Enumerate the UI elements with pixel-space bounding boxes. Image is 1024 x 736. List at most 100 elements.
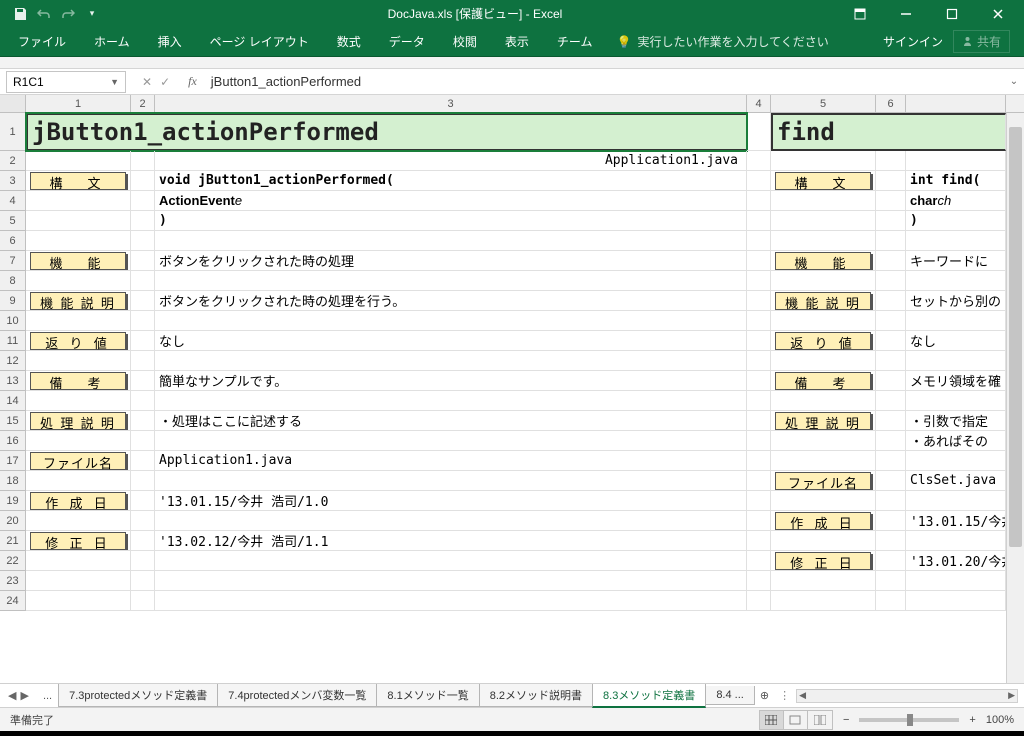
cell[interactable] xyxy=(747,191,771,211)
proc-text[interactable]: ・処理はここに記述する xyxy=(155,411,747,431)
tab-data[interactable]: データ xyxy=(375,27,439,57)
tab-team[interactable]: チーム xyxy=(543,27,607,57)
enter-icon[interactable]: ✓ xyxy=(160,75,170,89)
row-header[interactable]: 14 xyxy=(0,391,25,411)
source-file-left[interactable]: Application1.java xyxy=(155,151,747,171)
vertical-scrollbar[interactable] xyxy=(1006,113,1024,683)
row-header[interactable]: 4 xyxy=(0,191,25,211)
row-header[interactable]: 5 xyxy=(0,211,25,231)
cell[interactable] xyxy=(747,113,771,151)
zoom-level[interactable]: 100% xyxy=(986,714,1014,726)
syntax-line[interactable]: void jButton1_actionPerformed( xyxy=(155,171,747,191)
row-header[interactable]: 7 xyxy=(0,251,25,271)
sheet-tab[interactable]: 7.3protectedメソッド定義書 xyxy=(58,684,218,707)
method-title-right[interactable]: find xyxy=(771,113,1006,151)
proc-text[interactable]: ・あればその xyxy=(906,431,1006,451)
return-text[interactable]: なし xyxy=(906,331,1006,351)
sheet-tab-active[interactable]: 8.3メソッド定義書 xyxy=(592,684,706,708)
view-normal-icon[interactable] xyxy=(760,711,784,729)
row-header[interactable]: 3 xyxy=(0,171,25,191)
row-header[interactable]: 13 xyxy=(0,371,25,391)
fx-icon[interactable]: fx xyxy=(180,74,205,89)
row-header[interactable]: 15 xyxy=(0,411,25,431)
file-text[interactable]: ClsSet.java xyxy=(906,471,1006,491)
row-header[interactable]: 17 xyxy=(0,451,25,471)
view-page-layout-icon[interactable] xyxy=(784,711,808,729)
cell[interactable] xyxy=(131,211,155,231)
row-header[interactable]: 22 xyxy=(0,551,25,571)
note-text[interactable]: メモリ領域を確 xyxy=(906,371,1006,391)
syntax-line[interactable]: int find( xyxy=(906,171,1006,191)
cell[interactable] xyxy=(876,151,906,171)
row-header[interactable]: 2 xyxy=(0,151,25,171)
row-header[interactable]: 12 xyxy=(0,351,25,371)
created-text[interactable]: '13.01.15/今井 xyxy=(906,511,1006,531)
updated-text[interactable]: '13.01.20/今井 xyxy=(906,551,1006,571)
file-text[interactable]: Application1.java xyxy=(155,451,747,471)
col-header[interactable]: 5 xyxy=(771,95,876,112)
qat-customize-icon[interactable]: ▾ xyxy=(84,6,100,22)
desc-text[interactable]: セットから別の xyxy=(906,291,1006,311)
zoom-slider-thumb[interactable] xyxy=(907,714,913,726)
save-icon[interactable] xyxy=(12,6,28,22)
cancel-icon[interactable]: ✕ xyxy=(142,75,152,89)
sheet-tab[interactable]: 8.1メソッド一覧 xyxy=(376,684,479,707)
tab-formulas[interactable]: 数式 xyxy=(323,27,375,57)
row-header[interactable]: 11 xyxy=(0,331,25,351)
row-header[interactable]: 19 xyxy=(0,491,25,511)
tab-nav-next-icon[interactable]: ▶ xyxy=(20,689,28,702)
tab-review[interactable]: 校閲 xyxy=(439,27,491,57)
cell[interactable] xyxy=(747,171,771,191)
row-header[interactable]: 1 xyxy=(0,113,25,151)
sign-in-link[interactable]: サインイン xyxy=(883,33,943,50)
row-header[interactable]: 21 xyxy=(0,531,25,551)
zoom-in-button[interactable]: + xyxy=(969,714,975,726)
scrollbar-thumb[interactable] xyxy=(1009,127,1022,547)
row-header[interactable]: 18 xyxy=(0,471,25,491)
method-title-left[interactable]: jButton1_actionPerformed xyxy=(26,113,747,151)
col-header[interactable]: 3 xyxy=(155,95,747,112)
horizontal-scrollbar[interactable]: ◀ ▶ xyxy=(796,689,1018,703)
row-header[interactable]: 10 xyxy=(0,311,25,331)
syntax-line[interactable]: ) xyxy=(906,211,1006,231)
tab-insert[interactable]: 挿入 xyxy=(144,27,196,57)
row-header[interactable]: 23 xyxy=(0,571,25,591)
cell[interactable] xyxy=(131,171,155,191)
proc-text[interactable]: ・引数で指定 xyxy=(906,411,1006,431)
col-header[interactable]: 4 xyxy=(747,95,771,112)
row-header[interactable]: 24 xyxy=(0,591,25,611)
return-text[interactable]: なし xyxy=(155,331,747,351)
minimize-button[interactable] xyxy=(884,0,928,27)
ribbon-display-icon[interactable] xyxy=(838,0,882,27)
syntax-line[interactable]: ActionEvent e xyxy=(155,191,747,211)
cell[interactable] xyxy=(771,191,876,211)
tab-file[interactable]: ファイル xyxy=(4,27,80,57)
cell[interactable] xyxy=(747,151,771,171)
cell[interactable] xyxy=(26,211,131,231)
note-text[interactable]: 簡単なサンプルです。 xyxy=(155,371,747,391)
redo-icon[interactable] xyxy=(60,6,76,22)
share-button[interactable]: 共有 xyxy=(953,30,1010,53)
zoom-out-button[interactable]: − xyxy=(843,714,849,726)
tab-page-layout[interactable]: ページ レイアウト xyxy=(196,27,323,57)
zoom-slider[interactable] xyxy=(859,718,959,722)
cell[interactable] xyxy=(876,211,906,231)
row-header[interactable]: 6 xyxy=(0,231,25,251)
sheet-tab[interactable]: 7.4protectedメンバ変数一覧 xyxy=(217,684,377,707)
worksheet[interactable]: 1 2 3 4 5 6 1 2 3 4 5 6 7 8 9 10 11 12 1… xyxy=(0,95,1024,683)
new-sheet-button[interactable]: ⊕ xyxy=(754,686,775,705)
cell[interactable] xyxy=(131,151,155,171)
cell[interactable] xyxy=(26,151,131,171)
syntax-line[interactable]: ) xyxy=(155,211,747,231)
function-text[interactable]: ボタンをクリックされた時の処理 xyxy=(155,251,747,271)
syntax-line[interactable]: char ch xyxy=(906,191,1006,211)
tab-splitter[interactable]: ⋮ xyxy=(779,689,790,702)
col-header[interactable]: 2 xyxy=(131,95,155,112)
updated-text[interactable]: '13.02.12/今井 浩司/1.1 xyxy=(155,531,747,551)
chevron-down-icon[interactable]: ▼ xyxy=(110,77,119,87)
cell[interactable] xyxy=(747,211,771,231)
row-header[interactable]: 9 xyxy=(0,291,25,311)
cell[interactable] xyxy=(876,171,906,191)
formula-bar-expand-icon[interactable]: ⌄ xyxy=(1004,76,1024,87)
cell[interactable] xyxy=(876,191,906,211)
